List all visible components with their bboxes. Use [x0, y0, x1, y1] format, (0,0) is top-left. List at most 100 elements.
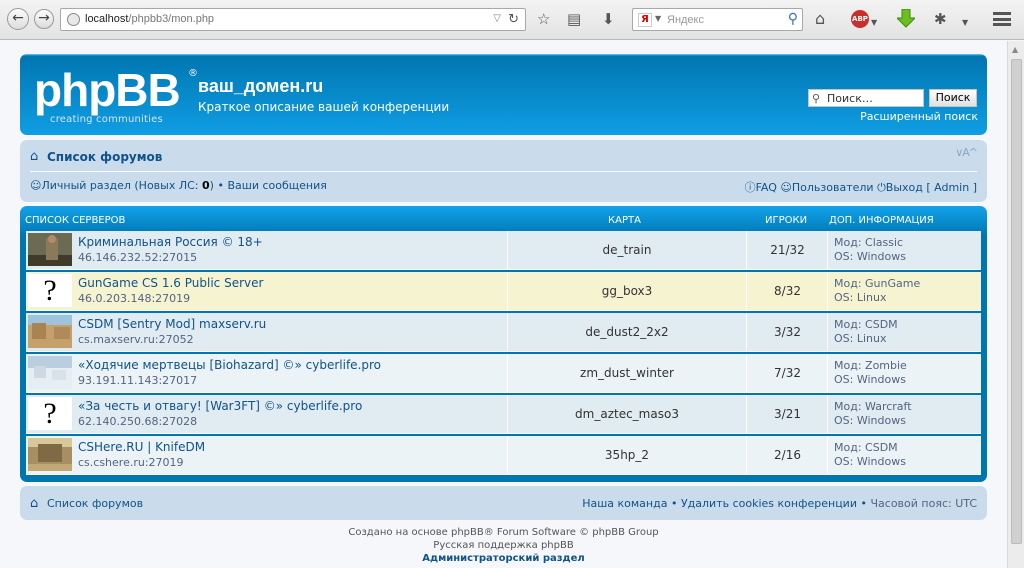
server-mod: Мод: Zombie	[834, 359, 907, 372]
logout-link[interactable]: Выход	[886, 181, 923, 194]
ucp-suffix: )	[209, 179, 214, 192]
separator: •	[670, 497, 678, 510]
unknown-map-icon: ?	[28, 274, 72, 307]
phpbb-logo[interactable]: phpBB ® creating communities	[34, 64, 204, 128]
bug-icon[interactable]: ✱	[934, 10, 947, 28]
history-dropdown-icon[interactable]: ▽	[493, 13, 501, 24]
admin-panel-link[interactable]: Администраторский раздел	[20, 552, 987, 565]
scroll-up-icon[interactable]: ▲	[1012, 45, 1018, 54]
clipboard-icon[interactable]: ▤	[567, 10, 581, 28]
user-panel-links: ☺Личный раздел (Новых ЛС: 0) • Ваши сооб…	[30, 179, 327, 192]
server-row[interactable]: CSDM [Sentry Mod] maxserv.ru cs.maxserv.…	[26, 313, 981, 352]
timezone: Часовой пояс: UTC	[870, 497, 977, 510]
navbar: ⌂ Список форумов ∨A^ ☺Личный раздел (Нов…	[20, 140, 987, 202]
forum-search-placeholder: Поиск…	[827, 92, 873, 105]
server-map: gg_box3	[507, 272, 747, 311]
server-os: OS: Linux	[834, 332, 887, 345]
server-os: OS: Windows	[834, 414, 906, 427]
server-row[interactable]: Криминальная Россия © 18+ 46.146.232.52:…	[26, 231, 981, 270]
server-row[interactable]: CSHere.RU | KnifeDM cs.cshere.ru:27019 3…	[26, 436, 981, 475]
font-size-toggle[interactable]: ∨A^	[955, 146, 978, 159]
menu-icon[interactable]	[993, 12, 1011, 26]
server-list: СПИСОК СЕРВЕРОВ КАРТА ИГРОКИ ДОП. ИНФОРМ…	[20, 206, 987, 482]
abp-icon[interactable]: ABP	[851, 10, 869, 28]
faq-link[interactable]: FAQ	[756, 181, 777, 194]
url-host: localhost	[85, 13, 129, 25]
server-os: OS: Windows	[834, 250, 906, 263]
ucp-link[interactable]: Личный раздел (Новых ЛС:	[41, 179, 202, 192]
members-link[interactable]: Пользователи	[792, 181, 874, 194]
server-name[interactable]: CSHere.RU | KnifeDM	[78, 440, 205, 454]
back-icon[interactable]: ←	[7, 8, 29, 30]
green-download-icon[interactable]	[897, 9, 915, 29]
address-bar[interactable]: localhost/phpbb3/mon.php ▽ ↻	[60, 8, 526, 31]
site-description: Краткое описание вашей конференции	[198, 100, 450, 114]
yandex-icon[interactable]: Я	[638, 13, 652, 27]
server-players: 2/16	[748, 436, 828, 475]
home-icon[interactable]: ⌂	[815, 10, 825, 28]
footer-breadcrumb[interactable]: Список форумов	[47, 497, 143, 510]
header-info: ДОП. ИНФОРМАЦИЯ	[829, 215, 934, 226]
server-map: de_train	[507, 231, 747, 270]
search-icon[interactable]: ⚲	[788, 11, 798, 27]
header-servers: СПИСОК СЕРВЕРОВ	[25, 215, 126, 226]
scroll-thumb[interactable]	[1011, 59, 1022, 544]
server-mod: Мод: CSDM	[834, 441, 898, 454]
pm-count: 0	[202, 179, 210, 192]
navbar-right-links: ⓘFAQ ☺Пользователи ⏻Выход [ Admin ]	[745, 179, 977, 195]
site-title: ваш_домен.ru	[198, 76, 324, 96]
server-map: de_dust2_2x2	[507, 313, 747, 352]
search-bar[interactable]: Я ▼ Яндекс ⚲	[632, 8, 803, 31]
server-map: zm_dust_winter	[507, 354, 747, 393]
separator: •	[217, 179, 224, 192]
server-mod: Мод: GunGame	[834, 277, 921, 290]
team-link[interactable]: Наша команда	[582, 497, 667, 510]
server-row[interactable]: ? GunGame CS 1.6 Public Server 46.0.203.…	[26, 272, 981, 311]
unknown-map-icon: ?	[28, 397, 72, 430]
download-icon[interactable]: ⬇	[602, 10, 615, 28]
home-icon: ⌂	[30, 149, 39, 164]
server-name[interactable]: «За честь и отвагу! [War3FT] ©» cyberlif…	[78, 399, 362, 413]
copyright: Создано на основе phpBB® Forum Software …	[20, 526, 987, 565]
advanced-search-link[interactable]: Расширенный поиск	[858, 110, 978, 123]
abp-dropdown-icon[interactable]: ▼	[871, 14, 877, 32]
server-row[interactable]: «Ходячие мертвецы [Biohazard] ©» cyberli…	[26, 354, 981, 393]
forum-search-input[interactable]: ⚲ Поиск…	[808, 89, 924, 107]
server-thumbnail	[28, 233, 72, 266]
logo-tagline: creating communities	[50, 114, 163, 125]
server-name[interactable]: «Ходячие мертвецы [Biohazard] ©» cyberli…	[78, 358, 381, 372]
logout-icon: ⏻	[877, 181, 886, 194]
my-posts-link[interactable]: Ваши сообщения	[227, 179, 326, 192]
server-address: cs.cshere.ru:27019	[78, 456, 184, 469]
server-name[interactable]: Криминальная Россия © 18+	[78, 235, 263, 249]
forward-icon[interactable]: →	[34, 9, 54, 29]
vertical-scrollbar[interactable]: ▲	[1007, 41, 1024, 568]
server-name[interactable]: CSDM [Sentry Mod] maxserv.ru	[78, 317, 266, 331]
breadcrumb-forum-index[interactable]: Список форумов	[47, 150, 162, 164]
logo-tagline-1: creating	[50, 114, 93, 125]
server-os: OS: Linux	[834, 291, 887, 304]
forum-search-button[interactable]: Поиск	[929, 89, 977, 107]
server-row[interactable]: ? «За честь и отвагу! [War3FT] ©» cyberl…	[26, 395, 981, 434]
footer-links: Наша команда • Удалить cookies конференц…	[582, 497, 977, 510]
bug-dropdown-icon[interactable]: ▼	[962, 14, 968, 32]
delete-cookies-link[interactable]: Удалить cookies конференции	[681, 497, 857, 510]
members-icon: ☺	[780, 181, 792, 194]
engine-dropdown-icon[interactable]: ▼	[655, 14, 661, 23]
footer-navbar: ⌂ Список форумов Наша команда • Удалить …	[20, 486, 987, 520]
server-mod: Мод: Classic	[834, 236, 904, 249]
server-name[interactable]: GunGame CS 1.6 Public Server	[78, 276, 263, 290]
star-icon[interactable]: ☆	[537, 10, 550, 28]
server-players: 21/32	[748, 231, 828, 270]
russian-support-link[interactable]: Русская поддержка phpBB	[20, 539, 987, 552]
server-thumbnail	[28, 315, 72, 348]
server-address: 46.0.203.148:27019	[78, 292, 191, 305]
url-text: localhost/phpbb3/mon.php	[85, 13, 214, 25]
logout-user[interactable]: [ Admin ]	[926, 181, 977, 194]
server-map: 35hp_2	[507, 436, 747, 475]
logo-registered: ®	[188, 68, 198, 79]
server-players: 7/32	[748, 354, 828, 393]
server-mod: Мод: Warcraft	[834, 400, 912, 413]
reload-icon[interactable]: ↻	[508, 12, 519, 27]
search-placeholder: Яндекс	[667, 14, 704, 26]
